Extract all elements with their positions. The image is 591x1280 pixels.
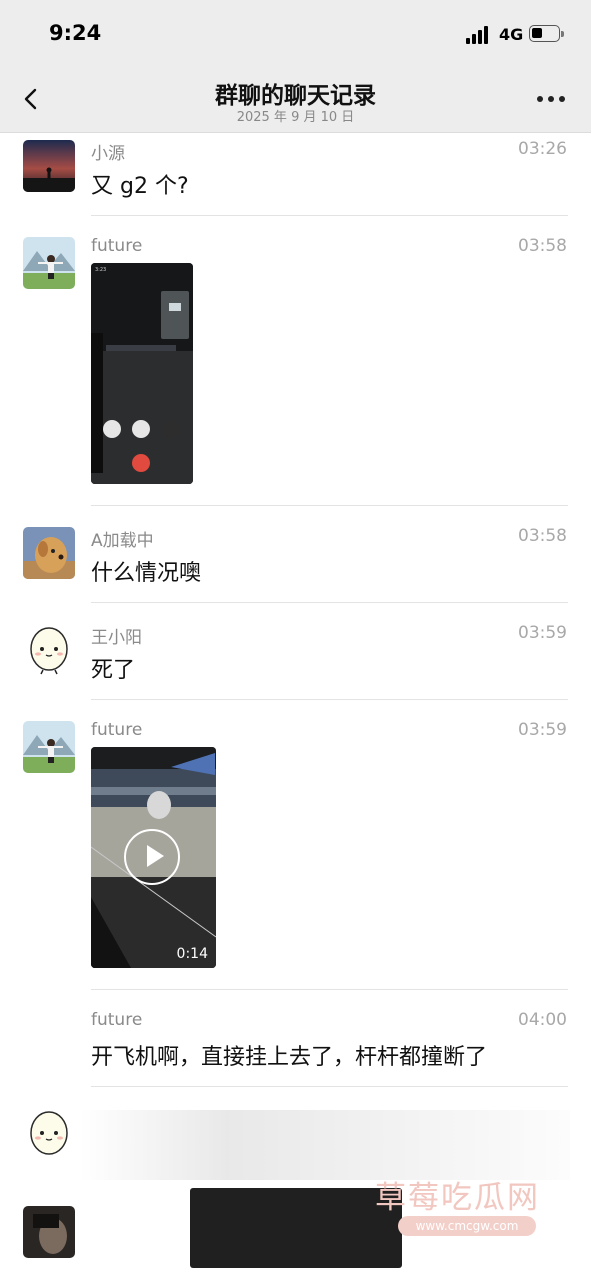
more-options-icon[interactable] xyxy=(537,96,567,104)
divider xyxy=(91,1086,568,1087)
svg-text:3:23: 3:23 xyxy=(95,267,106,273)
play-icon[interactable] xyxy=(124,829,180,885)
avatar[interactable] xyxy=(23,527,75,579)
sender-name: future xyxy=(91,720,143,740)
divider xyxy=(91,602,568,603)
obscured-region xyxy=(80,1110,570,1180)
sender-name: A加载中 xyxy=(91,531,154,551)
avatar[interactable] xyxy=(23,624,75,676)
message-text: 死了 xyxy=(91,658,136,683)
message-time: 03:59 xyxy=(518,720,567,740)
redaction-block xyxy=(190,1188,402,1268)
chat-date: 2025 年 9 月 10 日 xyxy=(236,110,355,125)
message-time: 03:58 xyxy=(518,526,567,546)
message-time: 03:26 xyxy=(518,139,567,159)
divider xyxy=(91,215,568,216)
video-message[interactable]: 0:14 xyxy=(91,747,216,968)
battery-icon xyxy=(529,25,564,42)
sender-name: future xyxy=(91,1010,143,1030)
message-text: 又 g2 个? xyxy=(91,174,189,199)
message-time: 03:59 xyxy=(518,623,567,643)
signal-bars-icon xyxy=(466,26,493,44)
image-message[interactable]: 3:23 xyxy=(91,263,193,484)
network-type: 4G xyxy=(499,25,524,44)
message-time: 04:00 xyxy=(518,1010,567,1030)
avatar[interactable] xyxy=(23,237,75,289)
sender-name: 王小阳 xyxy=(91,628,142,648)
status-bar: 9:24 4G xyxy=(0,0,591,66)
divider xyxy=(91,699,568,700)
chat-title: 群聊的聊天记录 xyxy=(215,83,376,109)
message-time: 03:58 xyxy=(518,236,567,256)
watermark-text: 草莓吃瓜网 xyxy=(375,1180,540,1216)
sender-name: future xyxy=(91,236,143,256)
nav-bar: 群聊的聊天记录 2025 年 9 月 10 日 xyxy=(0,66,591,133)
sender-name: 小源 xyxy=(91,144,125,164)
avatar[interactable] xyxy=(23,1206,75,1258)
divider xyxy=(91,989,568,990)
status-time: 9:24 xyxy=(49,21,102,45)
watermark-url: www.cmcgw.com xyxy=(398,1216,536,1236)
message-text: 开飞机啊，直接挂上去了，杆杆都撞断了 xyxy=(91,1045,488,1070)
avatar[interactable] xyxy=(23,1108,75,1160)
avatar[interactable] xyxy=(23,140,75,192)
message-text: 什么情况噢 xyxy=(91,561,202,586)
divider xyxy=(91,505,568,506)
avatar[interactable] xyxy=(23,721,75,773)
video-duration: 0:14 xyxy=(176,946,208,962)
